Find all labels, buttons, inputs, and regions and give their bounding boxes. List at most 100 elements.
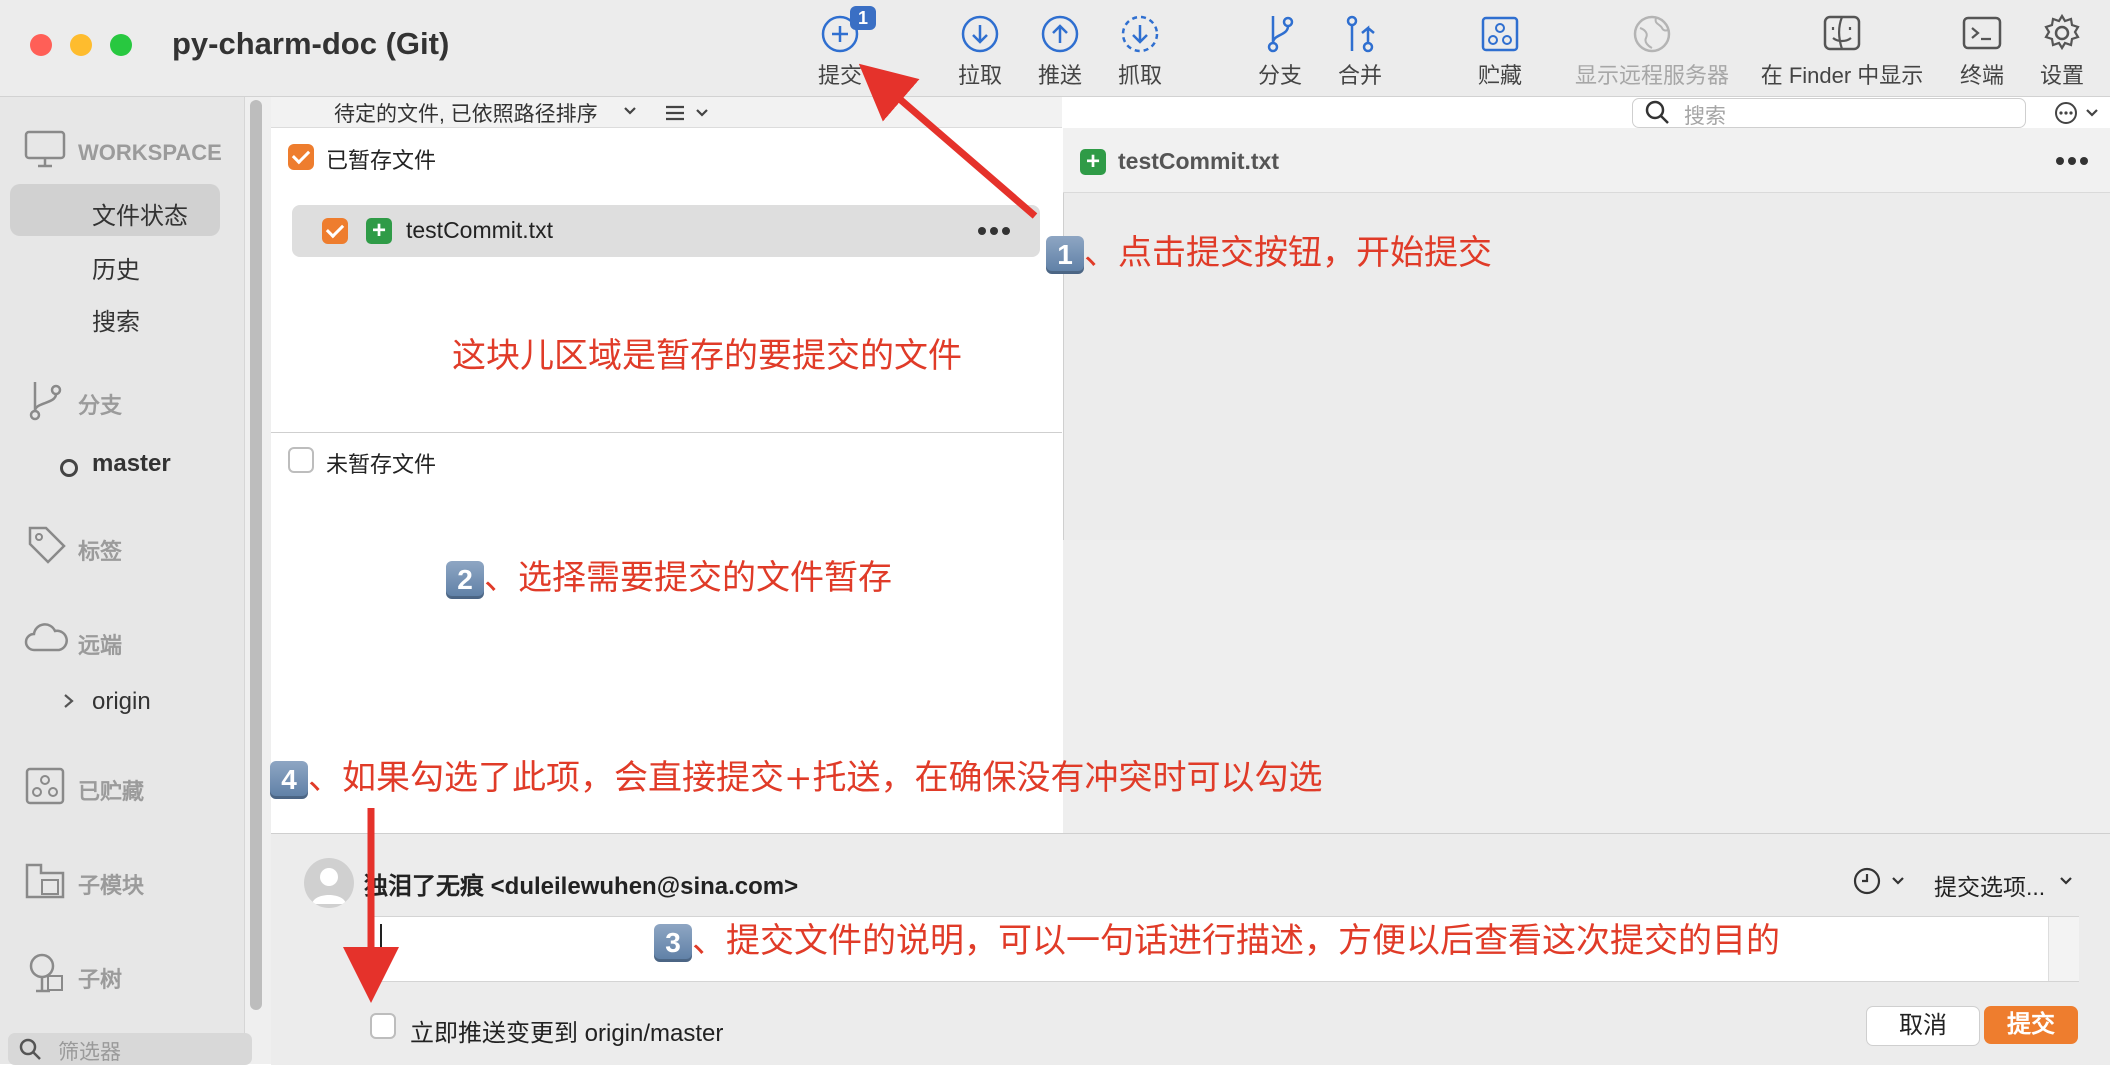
history-chevron-down-icon[interactable] [1890,874,1906,888]
stash-toolbar-label: 贮藏 [1477,63,1522,88]
sidebar-item-search[interactable]: 搜索 [92,302,140,337]
staged-file-name: testCommit.txt [406,217,553,243]
chevron-right-icon[interactable] [62,693,76,709]
gear-icon [2044,13,2080,51]
sidebar-remotes-header[interactable]: 远端 [78,628,122,660]
more-options-circle-icon[interactable] [2054,101,2080,125]
submodule-icon [25,863,65,899]
tag-icon [28,526,66,564]
text-cursor [380,924,382,958]
stash-toolbar-button[interactable]: 贮藏 [1440,10,1560,94]
diff-file-name: testCommit.txt [1118,148,1280,174]
view-chevron-down-icon[interactable] [694,106,710,120]
branches-icon [29,382,62,421]
clock-icon[interactable] [1852,866,1882,896]
finder-icon [1823,15,1861,51]
pull-icon [961,15,999,53]
step-1-text: 、点击提交按钮，开始提交 [1084,233,1492,273]
sidebar [0,97,244,1064]
more-chevron-down-icon[interactable] [2084,106,2100,120]
commit-button[interactable]: 提交 [1984,1006,2078,1044]
close-window-button[interactable] [30,34,52,56]
annotation-step-3: 3 、提交文件的说明，可以一句话进行描述，方便以后查看这次提交的目的 [654,913,1780,962]
cloud-icon [24,623,68,652]
current-branch-indicator-icon [60,459,78,477]
fetch-toolbar-button[interactable]: 抓取 [1080,10,1200,94]
push-immediately-label: 立即推送变更到 origin/master [410,1020,724,1047]
search-icon [1645,100,1669,124]
settings-toolbar-button[interactable]: 设置 [2002,10,2110,94]
commit-toolbar-label: 提交 [817,63,862,88]
sidebar-item-branch-master[interactable]: master [92,450,171,478]
step-3-badge: 3 [654,924,692,962]
sidebar-branches-header[interactable]: 分支 [78,388,122,420]
list-view-icon[interactable] [664,102,686,124]
annotation-step-2: 2 、选择需要提交的文件暂存 [446,550,892,599]
stash-icon [1481,16,1519,52]
minimize-window-button[interactable] [70,34,92,56]
step-3-text: 、提交文件的说明，可以一句话进行描述，方便以后查看这次提交的目的 [692,921,1780,961]
avatar [304,858,354,908]
show-remote-toolbar-button[interactable]: 显示远程服务器 [1562,10,1742,94]
sidebar-item-remote-origin[interactable]: origin [92,688,151,716]
diff-more-icon[interactable] [2054,154,2090,168]
show-remote-toolbar-label: 显示远程服务器 [1574,63,1729,88]
sidebar-subtrees-header[interactable]: 子树 [78,962,122,994]
globe-icon [1633,15,1671,53]
commit-author: 独泪了无痕 <duleilewuhen@sina.com> [364,873,799,900]
staged-file-checkbox[interactable] [322,218,348,244]
step-1-badge: 1 [1046,236,1084,274]
fetch-toolbar-label: 抓取 [1117,63,1162,88]
zoom-window-button[interactable] [110,34,132,56]
fetch-icon [1121,15,1159,53]
sort-mode-dropdown[interactable]: 待定的文件, 已依照路径排序 [334,98,598,128]
terminal-icon [1962,16,2002,50]
push-immediately-checkbox[interactable] [370,1013,396,1039]
commit-options-dropdown[interactable]: 提交选项... [1934,868,2045,902]
step-4-text: 、如果勾选了此项，会直接提交+托送，在确保没有冲突时可以勾选 [308,758,1323,798]
merge-icon [1346,15,1375,53]
sort-mode-label: 待定的文件, 已依照路径排序 [334,103,598,126]
sidebar-filter-input[interactable] [8,1033,252,1065]
row-more-icon[interactable] [976,224,1012,238]
staged-file-row[interactable] [292,205,1040,257]
annotation-step-4: 4 、如果勾选了此项，会直接提交+托送，在确保没有冲突时可以勾选 [270,750,1323,799]
settings-toolbar-label: 设置 [2039,63,2084,88]
branch-icon [1267,16,1294,53]
commit-message-scrollbar[interactable] [2048,917,2079,981]
merge-toolbar-label: 合并 [1337,63,1382,88]
unstaged-files-checkbox[interactable] [288,447,314,473]
added-file-icon: + [366,218,392,244]
merge-toolbar-button[interactable]: 合并 [1300,10,1420,94]
subtree-icon [29,953,63,993]
staged-files-checkbox[interactable] [288,144,314,170]
annotation-step-1: 1 、点击提交按钮，开始提交 [1046,225,1492,274]
stashes-icon [25,767,65,805]
sidebar-submodules-header[interactable]: 子模块 [78,868,144,900]
filter-search-icon [19,1038,41,1060]
cancel-button[interactable]: 取消 [1866,1006,1980,1046]
avatar-person-icon [312,868,346,904]
sidebar-item-history[interactable]: 历史 [92,250,140,285]
push-icon [1041,15,1079,53]
annotation-staged-area: 这块儿区域是暂存的要提交的文件 [452,336,962,376]
step-2-text: 、选择需要提交的文件暂存 [484,558,892,598]
diff-added-file-icon: + [1080,149,1106,175]
search-placeholder: 搜索 [1684,105,1726,128]
sidebar-file-status-label: 文件状态 [92,203,188,230]
sidebar-scrollbar-thumb[interactable] [250,100,262,1010]
sort-chevron-down-icon[interactable] [622,104,638,118]
show-in-finder-toolbar-button[interactable]: 在 Finder 中显示 [1752,10,1932,94]
step-2-badge: 2 [446,561,484,599]
sidebar-stashes-header[interactable]: 已贮藏 [78,774,144,806]
sidebar-tags-header[interactable]: 标签 [78,534,122,566]
sidebar-filter-placeholder: 筛选器 [58,1041,121,1064]
commit-toolbar-button[interactable]: 1 提交 [780,6,900,94]
staged-files-title: 已暂存文件 [326,148,437,173]
commit-count-badge: 1 [850,6,876,30]
workspace-monitor-icon [24,130,66,168]
unstaged-files-title: 未暂存文件 [326,452,437,477]
sidebar-workspace-header: WORKSPACE [78,140,222,165]
options-chevron-down-icon[interactable] [2058,874,2074,888]
step-4-badge: 4 [270,761,308,799]
